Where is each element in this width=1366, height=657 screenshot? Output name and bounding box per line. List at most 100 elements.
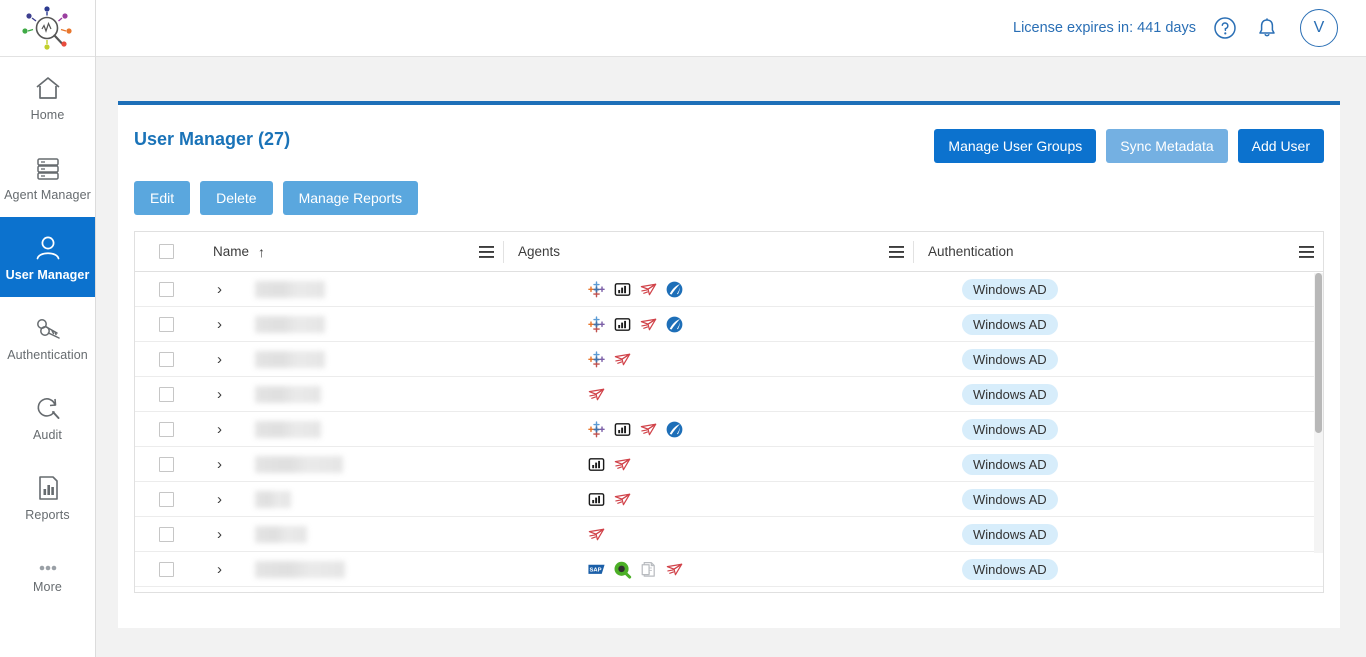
authentication-cell: Windows AD — [948, 412, 1323, 446]
microstrategy-icon — [614, 493, 631, 505]
scrollbar-thumb[interactable] — [1315, 273, 1322, 433]
manage-reports-button[interactable]: Manage Reports — [282, 181, 419, 215]
agents-cell: SAP — [573, 587, 948, 592]
table-row[interactable]: › Windows AD — [135, 412, 1323, 447]
redacted-user-name — [255, 525, 307, 543]
analytics-magnifier-logo-icon — [21, 6, 72, 50]
user-name-cell — [255, 482, 573, 516]
table-row[interactable]: › SAP Native — [135, 587, 1323, 592]
row-checkbox[interactable] — [158, 386, 174, 402]
notification-bell-icon[interactable] — [1254, 15, 1280, 41]
sidebar-item-authentication[interactable]: Authentication — [0, 297, 95, 377]
row-checkbox[interactable] — [158, 351, 174, 367]
redacted-user-name — [255, 420, 321, 438]
row-expand-chevron-icon[interactable]: › — [197, 316, 255, 333]
column-header-name[interactable]: Name ↑ — [197, 232, 469, 271]
agents-cell — [573, 307, 948, 341]
manage-user-groups-button[interactable]: Manage User Groups — [934, 129, 1097, 163]
row-select-cell — [135, 342, 197, 376]
select-all-checkbox[interactable] — [158, 244, 174, 259]
row-select-cell — [135, 412, 197, 446]
column-header-agents[interactable]: Agents — [504, 232, 879, 271]
sidebar-item-audit[interactable]: Audit — [0, 377, 95, 457]
row-checkbox[interactable] — [158, 456, 174, 472]
agents-cell — [573, 342, 948, 376]
authentication-cell: Windows AD — [948, 447, 1323, 481]
row-expand-chevron-icon[interactable]: › — [197, 386, 255, 403]
row-expand-chevron-icon[interactable]: › — [197, 456, 255, 473]
page-title: User Manager (27) — [134, 129, 291, 149]
row-expand-chevron-icon[interactable]: › — [197, 281, 255, 298]
redacted-user-name — [255, 315, 325, 333]
sidebar-item-agent-manager[interactable]: Agent Manager — [0, 137, 95, 217]
user-name-cell — [255, 377, 573, 411]
row-select-cell — [135, 587, 197, 592]
sync-metadata-button[interactable]: Sync Metadata — [1106, 129, 1228, 163]
table-row[interactable]: › Windows AD — [135, 307, 1323, 342]
card-header: User Manager (27) Manage User Groups Syn… — [134, 105, 1324, 163]
authentication-cell: Windows AD — [948, 272, 1323, 306]
agents-cell: SAP — [573, 552, 948, 586]
powerbi-icon — [614, 282, 631, 296]
row-checkbox[interactable] — [158, 421, 174, 437]
authentication-badge: Windows AD — [962, 313, 1058, 335]
sidebar-item-home[interactable]: Home — [0, 57, 95, 137]
table-vertical-scrollbar[interactable] — [1314, 273, 1323, 553]
table-row[interactable]: › Windows AD — [135, 447, 1323, 482]
delete-button[interactable]: Delete — [200, 181, 273, 215]
microstrategy-icon — [588, 528, 605, 540]
sidebar-item-more[interactable]: More — [0, 537, 95, 617]
column-header-authentication[interactable]: Authentication — [914, 232, 1289, 271]
column-menu-agents[interactable] — [879, 245, 913, 258]
table-row[interactable]: › SAP Windows AD — [135, 552, 1323, 587]
row-checkbox[interactable] — [158, 281, 174, 297]
tableau-icon — [588, 420, 605, 437]
redacted-user-name — [255, 385, 321, 403]
row-checkbox[interactable] — [158, 316, 174, 332]
sidebar-item-label: Reports — [25, 507, 70, 522]
authentication-cell: Windows AD — [948, 552, 1323, 586]
column-menu-name[interactable] — [469, 245, 503, 258]
row-expand-chevron-icon[interactable]: › — [197, 421, 255, 438]
avatar[interactable]: V — [1300, 9, 1338, 47]
authentication-cell: Windows AD — [948, 482, 1323, 516]
add-user-button[interactable]: Add User — [1237, 129, 1324, 163]
businessobjects-icon — [666, 281, 683, 297]
agents-cell — [573, 412, 948, 446]
sidebar-item-label: Agent Manager — [4, 187, 91, 202]
authentication-badge: Windows AD — [962, 418, 1058, 440]
sort-ascending-icon[interactable]: ↑ — [258, 244, 265, 260]
row-checkbox[interactable] — [158, 491, 174, 507]
column-menu-authentication[interactable] — [1289, 245, 1323, 258]
table-row[interactable]: › Windows AD — [135, 272, 1323, 307]
authentication-badge: Windows AD — [962, 383, 1058, 405]
content-area: User Manager (27) Manage User Groups Syn… — [96, 57, 1366, 657]
redacted-user-name — [255, 490, 291, 508]
row-checkbox[interactable] — [158, 526, 174, 542]
user-name-cell — [255, 307, 573, 341]
table-row[interactable]: › Windows AD — [135, 377, 1323, 412]
businessobjects-icon — [666, 316, 683, 332]
table-row[interactable]: › Windows AD — [135, 482, 1323, 517]
powerbi-icon — [614, 317, 631, 331]
row-select-cell — [135, 517, 197, 551]
table-row[interactable]: › Windows AD — [135, 342, 1323, 377]
sidebar-item-user-manager[interactable]: User Manager — [0, 217, 95, 297]
redacted-user-name — [255, 560, 345, 578]
microstrategy-icon — [588, 388, 605, 400]
row-expand-chevron-icon[interactable]: › — [197, 561, 255, 578]
table-row[interactable]: › Windows AD — [135, 517, 1323, 552]
row-select-cell — [135, 482, 197, 516]
authentication-badge: Windows AD — [962, 558, 1058, 580]
user-name-cell — [255, 447, 573, 481]
help-circle-icon[interactable] — [1212, 15, 1238, 41]
row-expand-chevron-icon[interactable]: › — [197, 491, 255, 508]
app-logo[interactable] — [0, 0, 95, 57]
sidebar-item-reports[interactable]: Reports — [0, 457, 95, 537]
column-header-label: Authentication — [928, 244, 1014, 259]
tableau-icon — [588, 315, 605, 332]
edit-button[interactable]: Edit — [134, 181, 191, 215]
row-checkbox[interactable] — [158, 561, 174, 577]
row-expand-chevron-icon[interactable]: › — [197, 351, 255, 368]
row-expand-chevron-icon[interactable]: › — [197, 526, 255, 543]
